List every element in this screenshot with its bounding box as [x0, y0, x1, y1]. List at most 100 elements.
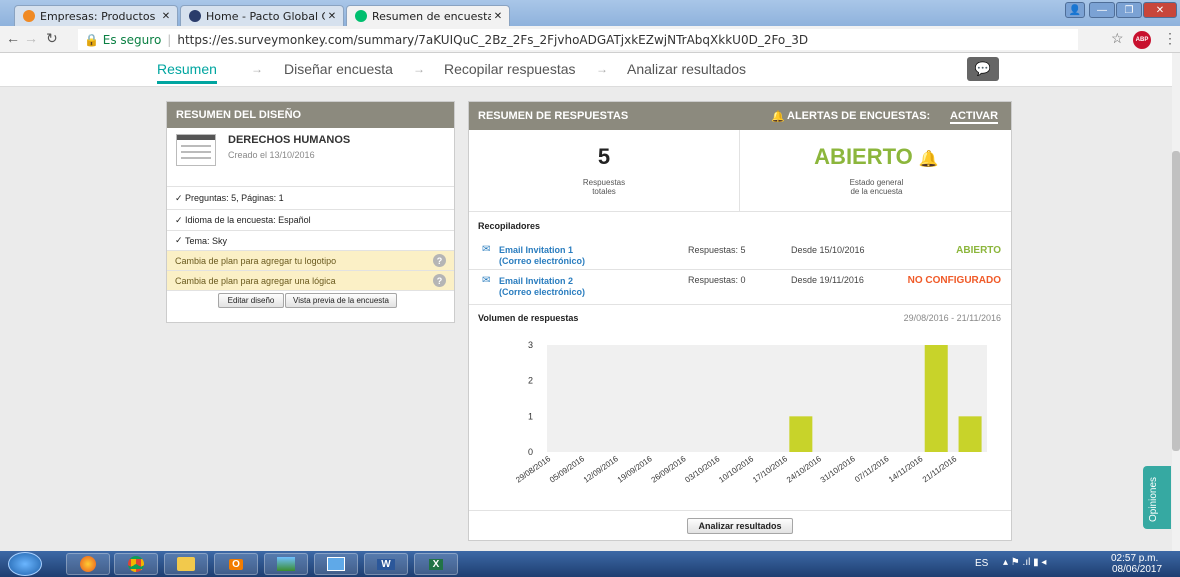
x-tick-label: 24/10/2016 — [785, 454, 823, 485]
taskbar: O W X ES ▴ ⚑ .ıl ▮ ◂ 02:57 p.m. 08/06/20… — [0, 551, 1180, 577]
menu-icon[interactable]: ⋮ — [1163, 30, 1177, 47]
photos-icon[interactable] — [264, 553, 308, 575]
tab-close-icon[interactable]: ✕ — [325, 11, 339, 22]
collector-type: (Correo electrónico) — [499, 256, 586, 266]
adblock-icon[interactable]: ABP — [1133, 31, 1151, 49]
collector-name[interactable]: Email Invitation 2 — [499, 276, 573, 286]
x-tick-label: 26/09/2016 — [650, 454, 688, 485]
design-summary-panel: RESUMEN DEL DISEÑO DERECHOS HUMANOS Crea… — [166, 101, 455, 323]
collector-name[interactable]: Email Invitation 1 — [499, 245, 573, 255]
check-icon: ✓ — [175, 235, 186, 245]
browser-tab-empresas[interactable]: Empresas: Productos y S ✕ — [14, 5, 178, 26]
firefox-icon[interactable] — [66, 553, 110, 575]
arrow-icon: → — [251, 62, 263, 76]
tab-analizar[interactable]: Analizar resultados — [627, 61, 746, 77]
browser-tab-home[interactable]: Home - Pacto Global Col ✕ — [180, 5, 344, 26]
chart-plot-area — [547, 345, 987, 452]
excel-icon[interactable]: X — [414, 553, 458, 575]
word-icon[interactable]: W — [364, 553, 408, 575]
check-icon: ✓ — [175, 192, 186, 203]
window-title-bar: Empresas: Productos y S ✕ Home - Pacto G… — [0, 0, 1180, 26]
media-icon[interactable] — [314, 553, 358, 575]
y-tick-label: 1 — [528, 411, 533, 421]
collector-row[interactable]: ✉ Email Invitation 1 (Correo electrónico… — [469, 242, 1011, 270]
reload-icon[interactable]: ↻ — [46, 30, 58, 47]
help-icon[interactable]: ? — [433, 274, 446, 287]
chrome-icon[interactable] — [114, 553, 158, 575]
chart-bar — [924, 345, 948, 452]
start-button[interactable] — [8, 552, 42, 576]
collectors-title: Recopiladores — [478, 221, 541, 231]
analyze-results-button[interactable]: Analizar resultados — [687, 518, 793, 534]
arrow-icon: → — [596, 62, 608, 76]
volume-title: Volumen de respuestas — [478, 313, 579, 323]
y-tick-label: 0 — [528, 447, 533, 457]
collector-status: NO CONFIGURADO — [907, 275, 1001, 286]
x-tick-label: 12/09/2016 — [582, 454, 620, 485]
address-bar: ← → ↻ 🔒 Es seguro | https://es.surveymon… — [0, 26, 1180, 53]
outlook-icon[interactable]: O — [214, 553, 258, 575]
x-tick-label: 29/08/2016 — [514, 454, 552, 485]
chart-bar — [789, 416, 813, 452]
collector-type: (Correo electrónico) — [499, 287, 586, 297]
bell-icon: 🔔 — [918, 151, 939, 168]
tray-icons[interactable]: ▴ ⚑ .ıl ▮ ◂ — [1003, 557, 1046, 568]
upgrade-logic-row[interactable]: Cambia de plan para agregar una lógica? — [167, 270, 454, 290]
email-icon: ✉ — [482, 275, 491, 286]
forward-icon[interactable]: → — [24, 30, 38, 46]
response-summary-header: RESUMEN DE RESPUESTAS — [478, 110, 629, 122]
upgrade-logo-row[interactable]: Cambia de plan para agregar tu logotipo? — [167, 250, 454, 270]
y-tick-label: 2 — [528, 376, 533, 386]
back-icon[interactable]: ← — [6, 30, 20, 46]
collector-date: Desde 19/11/2016 — [791, 275, 864, 285]
tab-favicon-icon — [189, 10, 201, 22]
user-icon[interactable]: 👤 — [1065, 2, 1085, 18]
tab-close-icon[interactable]: ✕ — [159, 11, 173, 22]
design-summary-header: RESUMEN DEL DISEÑO — [167, 102, 454, 128]
tab-disenar[interactable]: Diseñar encuesta — [284, 61, 393, 77]
collector-status: ABIERTO — [956, 245, 1001, 256]
x-tick-label: 10/10/2016 — [717, 454, 755, 485]
response-volume-chart: 0 1 2 3 29/08/201605/09/201612/09/201619/09/… — [514, 340, 987, 485]
y-tick-label: 3 — [528, 340, 533, 350]
x-tick-label: 07/11/2016 — [853, 454, 891, 484]
preview-survey-button[interactable]: Vista previa de la encuesta — [285, 293, 397, 308]
survey-title: DERECHOS HUMANOS — [228, 134, 351, 146]
comment-icon[interactable]: 💬 — [967, 57, 999, 81]
x-tick-label: 21/11/2016 — [921, 454, 959, 484]
arrow-icon: → — [413, 62, 425, 76]
response-summary-panel: RESUMEN DE RESPUESTAS 🔔 ALERTAS DE ENCUE… — [468, 101, 1012, 541]
survey-thumbnail-icon — [176, 134, 216, 166]
tab-close-icon[interactable]: ✕ — [491, 11, 505, 22]
tab-resumen[interactable]: Resumen — [157, 61, 217, 84]
tab-recopilar[interactable]: Recopilar respuestas — [444, 61, 576, 77]
file-explorer-icon[interactable] — [164, 553, 208, 575]
survey-nav: Resumen → Diseñar encuesta → Recopilar r… — [0, 53, 1172, 87]
x-tick-label: 19/09/2016 — [616, 454, 654, 485]
collector-responses: Respuestas: 0 — [688, 275, 746, 285]
browser-tab-resumen[interactable]: Resumen de encuestas d ✕ — [346, 5, 510, 26]
close-window-button[interactable]: ✕ — [1143, 2, 1177, 18]
clock-date: 08/06/2017 — [1112, 564, 1163, 575]
activate-alerts-link[interactable]: ACTIVAR — [950, 110, 999, 124]
alerts-label: ALERTAS DE ENCUESTAS: — [787, 110, 931, 122]
minimize-button[interactable]: — — [1089, 2, 1115, 18]
language-indicator[interactable]: ES — [975, 558, 988, 569]
maximize-button[interactable]: ❐ — [1116, 2, 1142, 18]
collector-row[interactable]: ✉ Email Invitation 2 (Correo electrónico… — [469, 270, 1011, 305]
url-field[interactable]: 🔒 Es seguro | https://es.surveymonkey.co… — [78, 29, 1078, 50]
collector-responses: Respuestas: 5 — [688, 245, 746, 255]
scrollbar[interactable] — [1172, 53, 1180, 551]
edit-design-button[interactable]: Editar diseño — [218, 293, 284, 308]
x-tick-label: 05/09/2016 — [548, 454, 586, 485]
total-responses: 5 — [597, 144, 611, 169]
help-icon[interactable]: ? — [433, 254, 446, 267]
clock-time: 02:57 p.m. — [1111, 553, 1159, 564]
x-tick-label: 17/10/2016 — [751, 454, 789, 485]
lock-icon: 🔒 — [84, 32, 103, 47]
created-date: Creado el 13/10/2016 — [228, 150, 315, 160]
star-icon[interactable]: ☆ — [1111, 30, 1124, 47]
tab-favicon-icon — [23, 10, 35, 22]
questions-info: Preguntas: 5, Páginas: 1 — [185, 193, 284, 203]
feedback-tab[interactable]: Opiniones — [1143, 466, 1171, 529]
